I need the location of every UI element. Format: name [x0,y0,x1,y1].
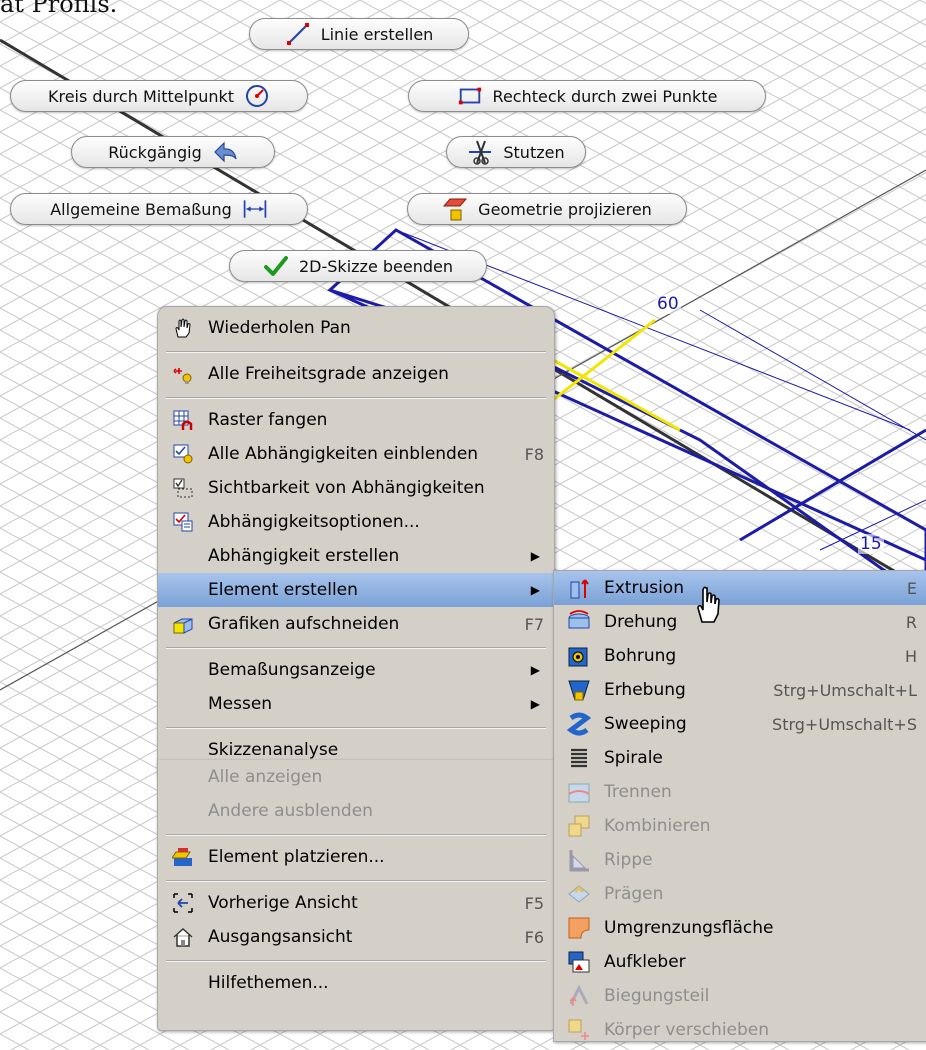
emboss-icon [564,882,594,906]
dimension-60[interactable]: 60 [655,294,681,314]
submenu-arrow-icon: ▶ [530,663,540,677]
circle-button-label: Kreis durch Mittelpunkt [47,86,235,106]
dimension-15[interactable]: 15 [858,534,884,554]
rib-icon [564,848,594,872]
submenu-item-emboss: Prägen [554,877,926,911]
constraint-visibility-icon [168,477,198,499]
menu-item-help-topics[interactable]: Hilfethemen... [158,966,554,1000]
dimension-button-label: Allgemeine Bemaßung [50,199,232,219]
show-constraints-icon [168,443,198,465]
submenu-item-sweep[interactable]: Sweeping Strg+Umschalt+S [554,707,926,741]
hole-icon [564,644,594,668]
rectangle-button-label: Rechteck durch zwei Punkte [492,86,718,106]
menu-item-place-feature[interactable]: Element platzieren... [158,840,554,874]
constraint-options-icon [168,511,198,533]
rectangle-icon [457,83,483,109]
submenu-item-derived-part: Biegungsteil [554,979,926,1013]
menu-item-repeat-pan[interactable]: Wiederholen Pan [158,311,554,345]
menu-item-create-feature[interactable]: Element erstellen ▶ [158,573,554,607]
menu-item-show-all: Alle anzeigen [208,767,323,787]
project-geometry-button[interactable]: Geometrie projizieren [407,193,687,225]
coil-spring-icon [564,746,594,770]
submenu-item-hole[interactable]: Bohrung H [554,639,926,673]
undo-arrow-icon [212,139,238,165]
menu-item-snap-grid[interactable]: Raster fangen [158,403,554,437]
move-bodies-icon [564,1018,594,1042]
menu-item-label: Wiederholen Pan [208,318,351,338]
circle-button[interactable]: Kreis durch Mittelpunkt [10,80,308,112]
dimension-button[interactable]: Allgemeine Bemaßung [10,193,308,225]
finish-sketch-button-label: 2D-Skizze beenden [299,256,453,276]
snap-grid-icon [168,409,198,431]
check-icon [263,253,289,279]
project-geometry-icon [442,196,468,222]
rectangle-button[interactable]: Rechteck durch zwei Punkte [408,80,766,112]
menu-item-constraint-visibility[interactable]: Sichtbarkeit von Abhängigkeiten [158,471,554,505]
extrusion-icon [564,576,594,600]
boundary-patch-icon [564,916,594,940]
circle-center-icon [244,83,270,109]
submenu-arrow-icon: ▶ [530,549,540,563]
trim-scissors-icon [467,139,493,165]
home-icon [168,926,198,948]
line-button-label: Linie erstellen [320,24,434,44]
pointer-hand-icon [694,584,724,624]
slice-graphics-icon [168,613,198,635]
menu-item-previous-view[interactable]: Vorherige Ansicht F5 [158,886,554,920]
undo-button-label: Rückgängig [108,142,202,162]
split-icon [564,780,594,804]
submenu-item-extrusion[interactable]: Extrusion E [554,571,926,605]
submenu-arrow-icon: ▶ [530,583,540,597]
degrees-of-freedom-icon [168,363,198,385]
revolve-icon [564,610,594,634]
trim-button-label: Stutzen [503,142,565,162]
submenu-item-boundary-patch[interactable]: Umgrenzungsfläche [554,911,926,945]
loft-icon [564,678,594,702]
menu-item-show-all-constraints[interactable]: Alle Abhängigkeiten einblenden F8 [158,437,554,471]
menu-item-dimension-display[interactable]: Bemaßungsanzeige ▶ [158,653,554,687]
menu-item-hide-others: Andere ausblenden [208,801,373,821]
menu-shortcut: F8 [524,444,544,464]
submenu-item-decal[interactable]: Aufkleber [554,945,926,979]
dimension-icon [242,196,268,222]
project-geometry-button-label: Geometrie projizieren [478,199,652,219]
combine-icon [564,814,594,838]
trim-button[interactable]: Stutzen [446,136,586,168]
submenu-item-loft[interactable]: Erhebung Strg+Umschalt+L [554,673,926,707]
page-caption: at Profils. [0,0,118,18]
menu-item-create-constraint[interactable]: Abhängigkeit erstellen ▶ [158,539,554,573]
line-icon [285,21,311,47]
submenu-item-revolve[interactable]: Drehung R [554,605,926,639]
menu-item-home-view[interactable]: Ausgangsansicht F6 [158,920,554,954]
hand-pan-icon [168,317,198,339]
sweep-icon [564,712,594,736]
submenu-item-combine: Kombinieren [554,809,926,843]
undo-button[interactable]: Rückgängig [71,136,275,168]
menu-item-slice-graphics[interactable]: Grafiken aufschneiden F7 [158,607,554,641]
submenu-item-rib: Rippe [554,843,926,877]
place-feature-icon [168,846,198,868]
create-feature-submenu: Extrusion E Drehung R Bohrung H Erhebung… [553,570,926,1042]
line-button[interactable]: Linie erstellen [249,18,469,50]
finish-sketch-button[interactable]: 2D-Skizze beenden [229,250,487,282]
derived-part-icon [564,984,594,1008]
submenu-item-coil[interactable]: Spirale [554,741,926,775]
menu-item-constraint-options[interactable]: Abhängigkeitsoptionen... [158,505,554,539]
decal-icon [564,950,594,974]
menu-item-measure[interactable]: Messen ▶ [158,687,554,721]
context-menu: Wiederholen Pan Alle Freiheitsgrade anze… [157,306,555,778]
context-menu-lower: Alle anzeigen Andere ausblenden Element … [157,760,555,1031]
previous-view-icon [168,892,198,914]
submenu-item-split: Trennen [554,775,926,809]
submenu-arrow-icon: ▶ [530,697,540,711]
menu-item-show-dof[interactable]: Alle Freiheitsgrade anzeigen [158,357,554,391]
submenu-item-move-bodies: Körper verschieben [554,1013,926,1047]
